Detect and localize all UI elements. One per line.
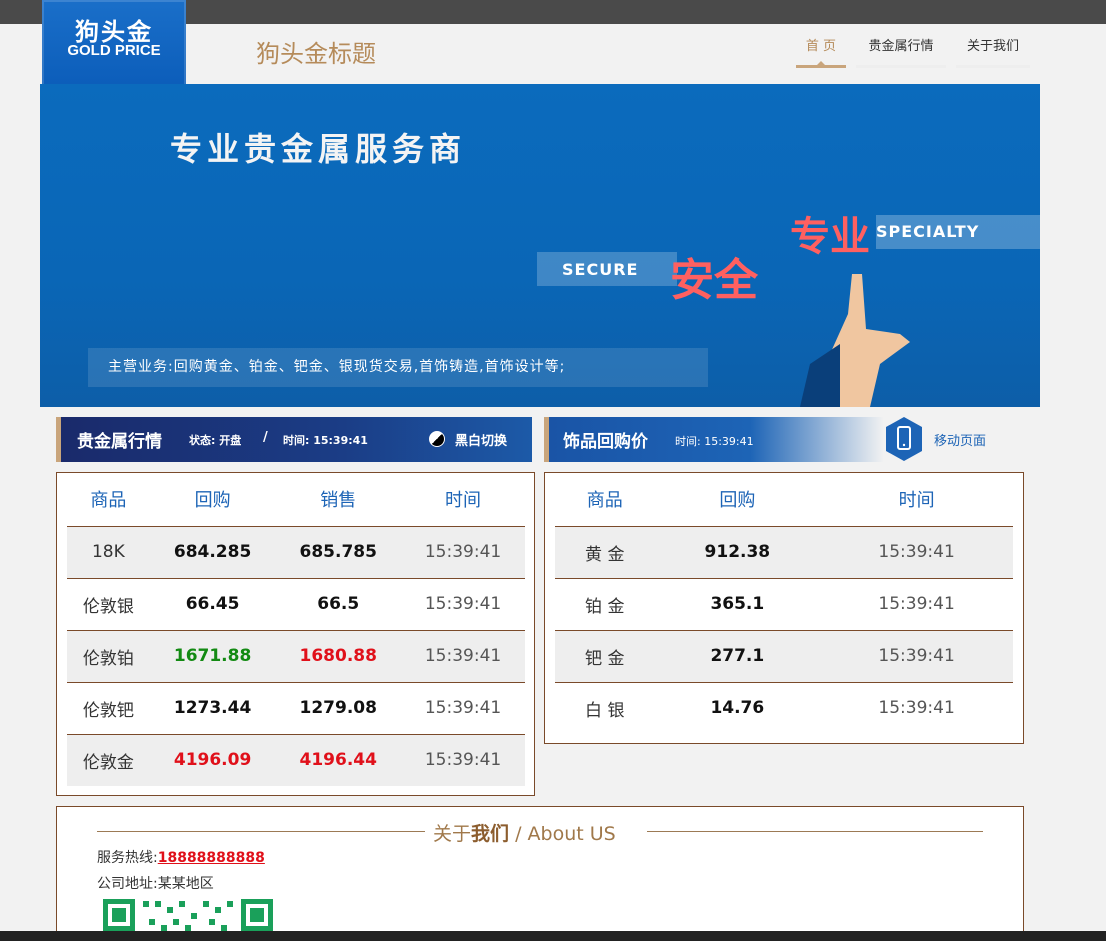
theme-toggle[interactable]: 黑白切换 xyxy=(455,430,507,449)
sell-price: 685.785 xyxy=(275,526,402,579)
quote-time: 15:39:41 xyxy=(820,630,1013,683)
buy-price: 1273.44 xyxy=(149,682,276,735)
product-name: 白 银 xyxy=(585,700,625,721)
metals-header-bar: 贵金属行情 状态: 开盘 / 时间: 15:39:41 黑白切换 xyxy=(56,417,532,462)
jewelry-header-bar: 饰品回购价 时间: 15:39:41 xyxy=(544,417,884,462)
divider xyxy=(647,831,983,832)
table-row: 伦敦金 4196.09 4196.44 15:39:41 xyxy=(67,734,525,786)
product-name: 18K xyxy=(67,526,150,579)
os-taskbar xyxy=(0,931,1106,941)
about-section: 关于我们 / About US 服务热线:18888888888 公司地址:某某… xyxy=(56,806,1024,941)
secure-cn: 安全 xyxy=(670,255,758,306)
col-product: 商品 xyxy=(555,473,655,527)
nav-about[interactable]: 关于我们 xyxy=(956,36,1030,68)
buy-price: 277.1 xyxy=(654,630,821,683)
jewelry-time: 时间: 15:39:41 xyxy=(675,435,754,448)
metals-panel: 商品 回购 销售 时间 18K 684.285 685.785 15:39:41… xyxy=(56,472,535,796)
site-header: 狗头金 GOLD PRICE 狗头金标题 首 页 贵金属行情 关于我们 xyxy=(0,0,1106,97)
hotline-label: 服务热线: xyxy=(97,850,158,866)
product-name: 黄 金 xyxy=(555,526,655,579)
hotline-row: 服务热线:18888888888 xyxy=(97,847,265,867)
jewelry-panel: 商品 回购 时间 黄 金 912.38 15:39:41 铂 金 365.1 1… xyxy=(544,472,1024,744)
table-row: 白 银 14.76 15:39:41 xyxy=(555,682,1013,734)
divider xyxy=(97,831,425,832)
pointing-hand-image xyxy=(800,274,910,407)
business-scope: 主营业务:回购黄金、铂金、钯金、银现货交易,首饰铸造,首饰设计等; xyxy=(88,348,708,387)
buy-price: 684.285 xyxy=(149,526,276,579)
quote-time: 15:39:41 xyxy=(401,578,525,631)
quote-time: 15:39:41 xyxy=(820,526,1013,579)
about-title-en: / About US xyxy=(509,823,616,845)
buy-price: 66.45 xyxy=(149,578,276,631)
table-row: 钯 金 277.1 15:39:41 xyxy=(555,630,1013,683)
about-title-a: 关于 xyxy=(433,823,472,845)
specialty-en: SPECIALTY xyxy=(876,222,980,241)
product-name: 伦敦铂 xyxy=(67,630,150,683)
banner-headline: 专业贵金属服务商 xyxy=(170,130,467,168)
site-title: 狗头金标题 xyxy=(256,40,376,68)
about-title: 关于我们 / About US xyxy=(433,819,616,846)
market-status: 状态: 开盘 xyxy=(189,434,242,447)
buy-price: 1671.88 xyxy=(149,630,276,683)
product-name: 铂 金 xyxy=(555,578,655,631)
jewelry-title: 饰品回购价 xyxy=(563,432,648,452)
product-name: 伦敦银 xyxy=(67,578,150,631)
buy-price: 912.38 xyxy=(654,526,821,579)
sell-price: 1680.88 xyxy=(275,630,402,683)
nav-metals[interactable]: 贵金属行情 xyxy=(856,36,946,68)
mobile-page-link[interactable]: 移动页面 xyxy=(934,430,986,449)
product-name: 钯 金 xyxy=(555,630,655,683)
table-row: 18K 684.285 685.785 15:39:41 xyxy=(67,526,525,579)
metals-time: 时间: 15:39:41 xyxy=(283,434,368,447)
quote-time: 15:39:41 xyxy=(401,682,525,735)
product-name: 伦敦金 xyxy=(67,734,150,786)
col-product: 商品 xyxy=(67,473,150,527)
specialty-cn: 专业 xyxy=(790,214,870,260)
quote-time: 15:39:41 xyxy=(820,578,1013,631)
mobile-phone-icon[interactable] xyxy=(884,416,924,462)
table-row: 伦敦钯 1273.44 1279.08 15:39:41 xyxy=(67,682,525,735)
separator: / xyxy=(263,430,268,445)
site-logo[interactable]: 狗头金 GOLD PRICE xyxy=(42,0,186,97)
table-row: 铂 金 365.1 15:39:41 xyxy=(555,578,1013,631)
buy-price: 4196.09 xyxy=(149,734,276,786)
product-name: 伦敦钯 xyxy=(67,682,150,735)
sell-price: 1279.08 xyxy=(275,682,402,735)
logo-en: GOLD PRICE xyxy=(67,42,161,59)
contrast-icon[interactable] xyxy=(429,431,445,447)
main-nav: 首 页 贵金属行情 关于我们 xyxy=(796,36,1030,68)
metals-title: 贵金属行情 xyxy=(77,432,162,452)
buy-price: 365.1 xyxy=(654,578,821,631)
table-row: 伦敦铂 1671.88 1680.88 15:39:41 xyxy=(67,630,525,683)
buy-price: 14.76 xyxy=(710,698,765,719)
about-title-b: 我们 xyxy=(471,823,510,845)
nav-home[interactable]: 首 页 xyxy=(796,36,846,68)
jewelry-table: 商品 回购 时间 黄 金 912.38 15:39:41 铂 金 365.1 1… xyxy=(555,473,1013,734)
hotline-link[interactable]: 18888888888 xyxy=(158,850,265,866)
col-buy: 回购 xyxy=(654,473,821,527)
table-row: 黄 金 912.38 15:39:41 xyxy=(555,526,1013,579)
col-time: 时间 xyxy=(820,473,1013,527)
metals-table: 商品 回购 销售 时间 18K 684.285 685.785 15:39:41… xyxy=(67,473,525,786)
quote-time: 15:39:41 xyxy=(401,630,525,683)
sell-price: 4196.44 xyxy=(275,734,402,786)
col-time: 时间 xyxy=(401,473,525,527)
quote-time: 15:39:41 xyxy=(401,734,525,786)
col-sell: 销售 xyxy=(275,473,402,527)
quote-time: 15:39:41 xyxy=(401,526,525,579)
address-row: 公司地址:某某地区 xyxy=(97,873,214,893)
hero-banner: 专业贵金属服务商 专业 SPECIALTY 安全 SECURE 主营业务:回购黄… xyxy=(40,84,1040,407)
secure-en: SECURE xyxy=(562,260,639,279)
table-row: 伦敦银 66.45 66.5 15:39:41 xyxy=(67,578,525,631)
address-value: 某某地区 xyxy=(157,876,214,892)
col-buy: 回购 xyxy=(149,473,276,527)
address-label: 公司地址: xyxy=(97,876,158,892)
quote-time: 15:39:41 xyxy=(878,698,955,719)
sell-price: 66.5 xyxy=(275,578,402,631)
